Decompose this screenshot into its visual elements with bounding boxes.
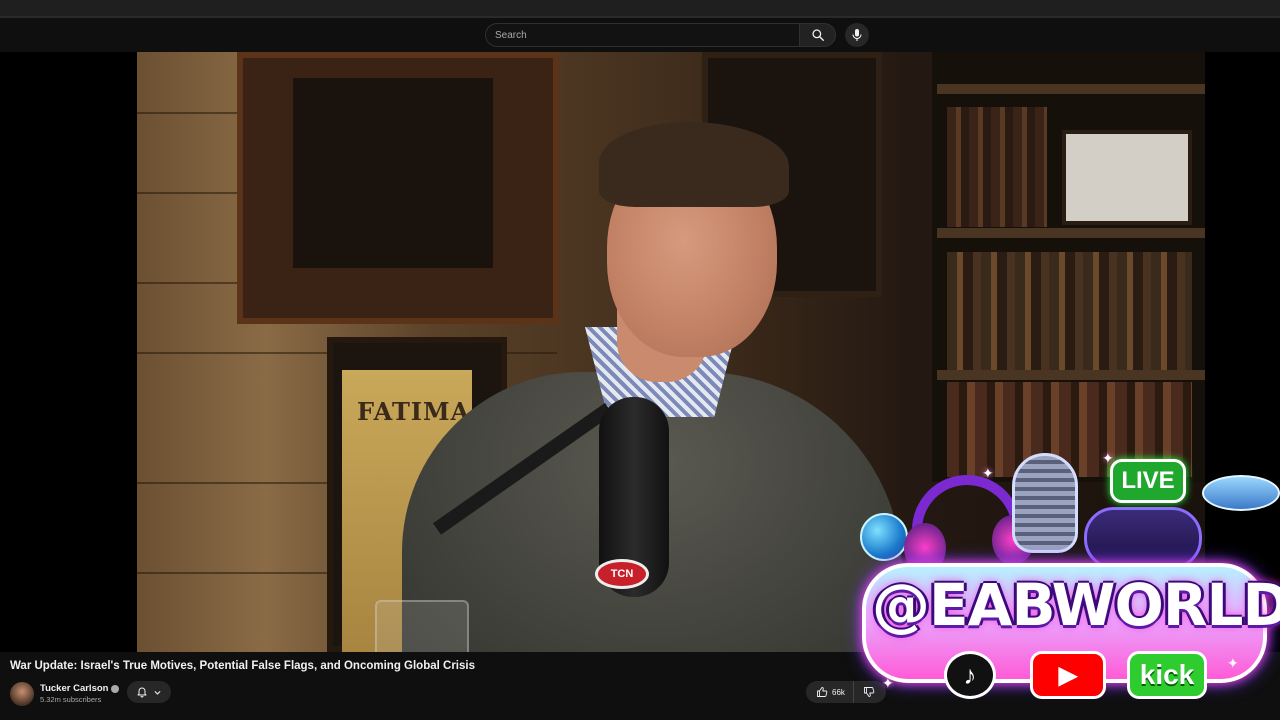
- channel-name-row[interactable]: Tucker Carlson: [40, 683, 120, 694]
- top-bar: [0, 18, 1280, 52]
- channel-name[interactable]: Tucker Carlson: [40, 683, 108, 694]
- water-glass: [375, 600, 469, 652]
- kick-logo: kick: [1127, 651, 1207, 699]
- wall-frame: [237, 52, 559, 324]
- shelf: [937, 84, 1205, 94]
- voice-search-button[interactable]: [845, 23, 869, 47]
- chevron-down-icon: [154, 690, 161, 695]
- bell-icon: [137, 687, 147, 698]
- microphone-icon: [852, 29, 862, 41]
- channel-avatar[interactable]: [10, 682, 34, 706]
- microphone-graphic: [1012, 453, 1078, 553]
- search-icon: [811, 29, 824, 41]
- verified-icon: [111, 684, 120, 693]
- browser-top-strip: [0, 0, 1280, 18]
- ufo-icon: [1202, 475, 1280, 511]
- logo-handle: @EABWORLD: [872, 571, 1280, 639]
- notification-button[interactable]: [127, 681, 171, 703]
- mic-logo-badge: TCN: [595, 559, 649, 589]
- poster-text: FATIMA: [357, 397, 471, 426]
- thumbs-up-icon: [817, 687, 828, 697]
- sparkle-icon: ✦: [882, 675, 894, 691]
- sparkle-icon: ✦: [982, 465, 994, 481]
- shelf: [937, 370, 1205, 380]
- sparkle-icon: ✦: [1102, 450, 1114, 466]
- streamer-logo-overlay: LIVE @EABWORLD ♪ ▶ kick ✦ ✦ ✦ ✦: [852, 445, 1280, 720]
- like-count: 66k: [832, 687, 845, 697]
- shelf: [937, 228, 1205, 238]
- sparkle-icon: ✦: [1227, 655, 1239, 671]
- like-button[interactable]: 66k: [806, 681, 854, 703]
- framed-photo: [1062, 130, 1192, 225]
- gamepad-icon: [1084, 507, 1202, 569]
- host-hair: [599, 122, 789, 207]
- tiktok-icon: ♪: [944, 651, 996, 699]
- books: [947, 107, 1047, 227]
- video-title: War Update: Israel's True Motives, Poten…: [10, 660, 475, 672]
- search-button[interactable]: [799, 23, 836, 47]
- globe-icon: [860, 513, 908, 561]
- subscriber-count: 5.32m subscribers: [40, 695, 102, 704]
- live-badge: LIVE: [1110, 459, 1186, 503]
- books: [947, 252, 1192, 372]
- youtube-icon: ▶: [1030, 651, 1106, 699]
- search-input[interactable]: [485, 23, 799, 47]
